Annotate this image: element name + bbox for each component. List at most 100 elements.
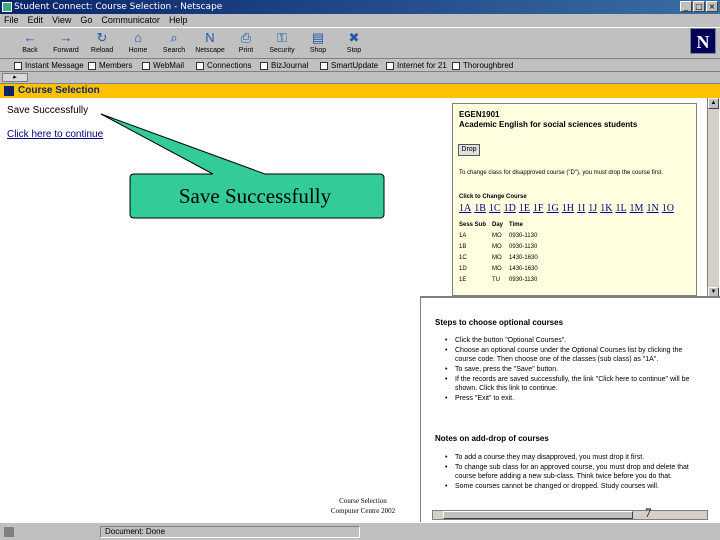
page-title: Course Selection	[18, 85, 100, 96]
subclass-link[interactable]: 1C	[489, 203, 501, 214]
menu-file[interactable]: File	[4, 14, 19, 27]
menu-edit[interactable]: Edit	[28, 14, 44, 27]
table-cell: TU	[492, 277, 501, 283]
schedule-table: Sess Sub Day Time 1A MO 0930-1130 1B MO 0930…	[459, 221, 544, 287]
subclass-link[interactable]: 1N	[646, 203, 658, 214]
callout-label: Save Successfully	[178, 184, 332, 208]
menu-view[interactable]: View	[52, 14, 71, 27]
security-icon: ⚿	[277, 30, 287, 45]
subclass-link[interactable]: 1B	[474, 203, 486, 214]
reload-button[interactable]: ↻ Reload	[84, 30, 120, 58]
subclass-link[interactable]: 1A	[459, 203, 471, 214]
print-button[interactable]: ⎙ Print	[228, 30, 264, 58]
list-item: Some courses cannot be changed or droppe…	[445, 482, 691, 491]
subclass-link[interactable]: 1O	[662, 203, 674, 214]
table-cell: MO	[492, 255, 502, 261]
table-row: 1C MO 1430-1630	[459, 254, 544, 265]
list-item: To add a course they may disapproved, yo…	[445, 453, 691, 462]
bookmark-icon	[320, 61, 328, 70]
drop-note: To change class for disapproved course (…	[459, 170, 664, 176]
table-cell: MO	[492, 233, 502, 239]
subclass-link[interactable]: 1H	[562, 203, 574, 214]
personal-item-instant-message[interactable]: Instant Message	[14, 59, 84, 72]
search-icon: ⌕	[170, 30, 178, 45]
expand-bar-button[interactable]: ▸	[2, 73, 28, 82]
navigation-toolbar: ← Back → Forward ↻ Reload ⌂ Home ⌕ Search N Ne…	[0, 27, 720, 59]
back-button[interactable]: ← Back	[12, 30, 48, 58]
bookmark-icon	[386, 61, 394, 70]
netscape-button[interactable]: N Netscape	[192, 30, 228, 58]
reload-icon: ↻	[96, 30, 108, 45]
subclass-links: 1A 1B 1C 1D 1E 1F 1G 1H 1I 1J 1K 1L 1M 1…	[459, 203, 674, 214]
forward-arrow-icon: →	[59, 30, 73, 45]
table-cell: 1A	[459, 233, 467, 239]
personal-item-internet[interactable]: Internet for 21	[386, 59, 447, 72]
location-bar: ▸	[0, 72, 720, 84]
table-cell: 0930-1130	[509, 277, 538, 283]
notes-heading: Notes on add-drop of courses	[435, 434, 549, 443]
stop-button[interactable]: ✖ Stop	[336, 30, 372, 58]
footer-line: Computer Centre 2002	[330, 507, 396, 515]
scroll-thumb[interactable]	[443, 511, 633, 519]
subclass-link[interactable]: 1J	[588, 203, 597, 214]
menu-communicator[interactable]: Communicator	[101, 14, 160, 27]
menu-go[interactable]: Go	[80, 14, 92, 27]
subclass-link[interactable]: 1L	[615, 203, 626, 214]
notes-list: To add a course they may disapproved, yo…	[445, 453, 691, 492]
close-button[interactable]: ×	[706, 1, 718, 12]
subclass-link[interactable]: 1F	[533, 203, 544, 214]
drop-button[interactable]: Drop	[458, 144, 480, 156]
security-lock-icon	[4, 527, 14, 537]
save-status-message: Save Successfully	[7, 105, 89, 116]
security-button[interactable]: ⚿ Security	[264, 30, 300, 58]
subclass-link[interactable]: 1I	[577, 203, 585, 214]
continue-link[interactable]: Click here to continue	[7, 129, 103, 140]
table-cell: 1430-1630	[509, 266, 538, 272]
column-header: Sess Sub	[459, 222, 487, 228]
personal-item-connections[interactable]: Connections	[196, 59, 251, 72]
print-icon: ⎙	[240, 30, 252, 45]
subclass-link[interactable]: 1M	[630, 203, 644, 214]
subclass-link[interactable]: 1K	[600, 203, 612, 214]
back-arrow-icon: ←	[23, 30, 37, 45]
scroll-up-icon[interactable]: ▲	[708, 98, 719, 109]
netscape-logo[interactable]: N	[690, 28, 716, 54]
banner-icon	[4, 86, 14, 96]
personal-item-bizjournal[interactable]: BizJournal	[260, 59, 308, 72]
change-course-heading: Click to Change Course	[459, 194, 527, 200]
table-cell: 1D	[459, 266, 467, 272]
column-header: Time	[509, 222, 523, 228]
table-cell: 1E	[459, 277, 467, 283]
list-item: To save, press the "Save" button.	[445, 365, 691, 374]
shop-icon: ▤	[311, 30, 325, 45]
minimize-button[interactable]: _	[680, 1, 692, 12]
subclass-link[interactable]: 1G	[546, 203, 558, 214]
list-item: Click the button "Optional Courses".	[445, 336, 691, 345]
menu-help[interactable]: Help	[169, 14, 188, 27]
window-title: Student Connect: Course Selection - Nets…	[14, 2, 223, 12]
horizontal-scrollbar[interactable]	[432, 510, 708, 520]
maximize-button[interactable]: □	[693, 1, 705, 12]
subclass-link[interactable]: 1E	[519, 203, 530, 214]
table-row: 1D MO 1430-1630	[459, 265, 544, 276]
forward-button[interactable]: → Forward	[48, 30, 84, 58]
table-row: 1A MO 0930-1130	[459, 232, 544, 243]
subclass-link[interactable]: 1D	[504, 203, 516, 214]
home-button[interactable]: ⌂ Home	[120, 30, 156, 58]
personal-item-thoroughbred[interactable]: Thoroughbred	[452, 59, 513, 72]
steps-list: Click the button "Optional Courses". Cho…	[445, 336, 691, 404]
steps-heading: Steps to choose optional courses	[435, 318, 564, 327]
table-cell: MO	[492, 266, 502, 272]
bookmark-icon	[260, 61, 268, 70]
personal-item-smartupdate[interactable]: SmartUpdate	[320, 59, 378, 72]
stop-icon: ✖	[348, 30, 360, 45]
window-title-bar: Student Connect: Course Selection - Nets…	[0, 0, 720, 14]
personal-item-members[interactable]: Members	[88, 59, 132, 72]
personal-item-webmail[interactable]: WebMail	[142, 59, 184, 72]
shop-button[interactable]: ▤ Shop	[300, 30, 336, 58]
page-banner: Course Selection	[0, 84, 720, 98]
search-button[interactable]: ⌕ Search	[156, 30, 192, 58]
bookmark-icon	[88, 61, 96, 70]
table-row: 1E TU 0930-1130	[459, 276, 544, 287]
vertical-scrollbar[interactable]: ▲ ▼	[707, 98, 719, 298]
